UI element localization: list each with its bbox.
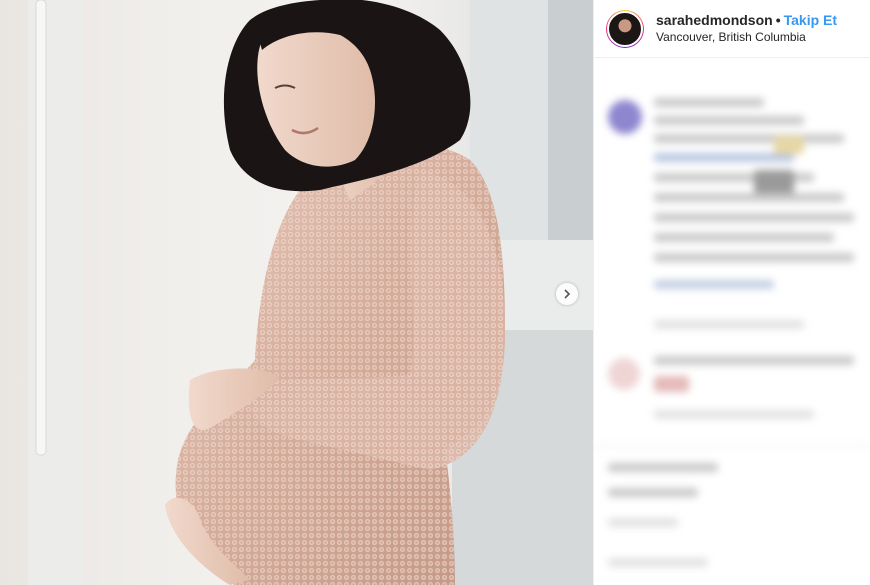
post-header: sarahedmondson • Takip Et Vancouver, Briti…: [594, 0, 870, 58]
blurred-line: [608, 558, 708, 567]
blurred-line: [654, 410, 814, 419]
blurred-line: [654, 134, 844, 143]
blurred-line: [654, 320, 804, 329]
location-link[interactable]: Vancouver, British Columbia: [656, 29, 837, 46]
blurred-line: [654, 213, 854, 222]
post-side-panel: sarahedmondson • Takip Et Vancouver, Briti…: [593, 0, 870, 585]
blurred-line: [594, 446, 870, 447]
chevron-right-icon: [564, 289, 571, 299]
blurred-line: [608, 463, 718, 472]
blurred-line: [654, 116, 804, 125]
blurred-line: [654, 376, 689, 392]
username-link[interactable]: sarahedmondson: [656, 12, 773, 28]
avatar[interactable]: [606, 9, 644, 48]
avatar-image: [607, 10, 643, 47]
blurred-comments-content: [594, 58, 870, 585]
next-photo-button[interactable]: [556, 283, 578, 305]
blurred-line: [654, 153, 794, 162]
blurred-line: [654, 356, 854, 365]
post-photo[interactable]: [0, 0, 593, 585]
follow-button[interactable]: Takip Et: [784, 12, 837, 28]
blurred-comments: [594, 58, 870, 585]
blurred-line: [654, 253, 854, 262]
post-meta: sarahedmondson • Takip Et Vancouver, Briti…: [656, 12, 837, 46]
blurred-line: [654, 233, 834, 242]
blurred-line: [608, 518, 678, 527]
blurred-line: [654, 98, 764, 107]
blurred-line: [654, 280, 774, 289]
blurred-line: [608, 488, 698, 497]
blurred-line: [774, 136, 804, 154]
blurred-line: [654, 193, 844, 202]
blurred-avatar: [608, 358, 640, 390]
blurred-line: [754, 170, 794, 194]
photo-illustration: [28, 0, 593, 585]
separator-dot: •: [775, 11, 781, 28]
blurred-avatar: [608, 100, 642, 134]
